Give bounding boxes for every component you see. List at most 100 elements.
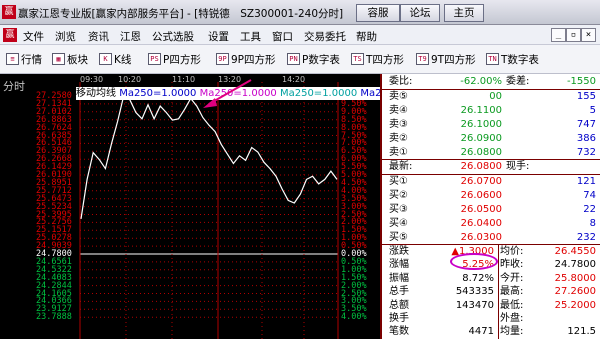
- level-price: 26.1000: [460, 119, 502, 130]
- level-price: 26.0800: [460, 147, 502, 158]
- stat-label: 均价:: [500, 246, 524, 257]
- stat-label: 昨收:: [500, 259, 524, 271]
- stats-row: 换手 外盘:: [382, 312, 600, 326]
- title-bar: 赢 赢家江恩专业版[赢家内部服务平台] - [特锐德 SZ300001-240分…: [0, 0, 600, 25]
- kline-icon: K: [99, 53, 112, 65]
- stat-label: 总额: [389, 299, 409, 311]
- stats-row: 总额 143470 最低: 25.2000: [382, 299, 600, 313]
- menu-help[interactable]: 帮助: [356, 29, 377, 44]
- customer-service-button[interactable]: 容服: [356, 4, 400, 22]
- annotation-arrow-icon: [203, 79, 252, 108]
- level-volume: 8: [589, 218, 596, 229]
- menu-info[interactable]: 资讯: [88, 29, 109, 44]
- menu-gann[interactable]: 江恩: [120, 29, 141, 44]
- price-tick-label: 23.7888: [36, 312, 72, 323]
- chart-mode-label: 分时: [3, 80, 25, 93]
- time-tick-label: 09:30: [80, 75, 104, 84]
- menu-formula-stock-pick[interactable]: 公式选股: [152, 29, 194, 44]
- stat-value: 27.2600: [554, 286, 596, 298]
- level-volume: 232: [576, 232, 596, 243]
- level-label: 买①: [389, 176, 408, 187]
- sell-level-row: 卖② 26.0900 386: [382, 132, 600, 146]
- homepage-button[interactable]: 主页: [444, 4, 484, 22]
- app-menu-icon[interactable]: 赢: [3, 28, 17, 42]
- quotes-icon: ≡: [6, 53, 19, 65]
- app-logo-icon: 赢: [2, 5, 16, 19]
- sectors-icon: ▦: [52, 53, 65, 65]
- stat-label: 今开:: [500, 272, 524, 284]
- current-volume-label: 现手:: [506, 161, 530, 172]
- buy-level-row: 买③ 26.0500 22: [382, 203, 600, 217]
- level-label: 卖③: [389, 119, 408, 130]
- menu-trading[interactable]: 交易委托: [304, 29, 346, 44]
- stat-label: 最高:: [500, 286, 524, 298]
- last-price-value: 26.0800: [460, 161, 502, 172]
- order-ratio-value: -62.00%: [460, 76, 502, 87]
- level-label: 卖⑤: [389, 91, 408, 102]
- stat-label: 涨跌: [389, 246, 409, 257]
- buy-level-row: 买① 26.0700 121: [382, 175, 600, 189]
- stat-label: 均量:: [500, 326, 524, 338]
- toolbar-sectors-button[interactable]: ▦ 板块: [52, 53, 88, 67]
- stat-value: 8.72%: [462, 272, 494, 284]
- toolbar-p-square-button[interactable]: PS P四方形: [148, 53, 201, 67]
- highlight-ellipse: [450, 253, 498, 270]
- stat-label: 最低:: [500, 299, 524, 311]
- level-label: 卖④: [389, 105, 408, 116]
- stat-value: 25.8000: [554, 272, 596, 284]
- toolbar-p-number-table-button[interactable]: PN P数字表: [287, 53, 340, 67]
- ma-legend-entry: Ma250=1.0000: [119, 88, 200, 99]
- t-square-icon: TS: [351, 53, 364, 65]
- order-diff-value: -1550: [566, 76, 596, 87]
- toolbar-9t-square-button[interactable]: T9 9T四方形: [416, 53, 476, 67]
- order-ratio-row: 委比: -62.00% 委差: -1550: [382, 75, 600, 89]
- order-ratio-label: 委比:: [389, 76, 413, 87]
- level-label: 卖①: [389, 147, 408, 158]
- stat-value: 25.2000: [554, 299, 596, 311]
- sell-level-row: 卖③ 26.1000 747: [382, 118, 600, 132]
- stat-label: 振幅: [389, 272, 409, 284]
- level-volume: 5: [589, 105, 596, 116]
- close-icon[interactable]: ×: [581, 28, 596, 42]
- quote-panel: 委比: -62.00% 委差: -1550 卖⑤ 00 155 卖④ 26.1100 5 卖…: [380, 74, 600, 339]
- level-label: 买⑤: [389, 232, 408, 243]
- toolbar-quotes-button[interactable]: ≡ 行情: [6, 53, 42, 67]
- window-title: 赢家江恩专业版[赢家内部服务平台] - [特锐德 SZ300001-240分时]: [18, 8, 344, 20]
- level-label: 卖②: [389, 133, 408, 144]
- restore-icon[interactable]: ▫: [566, 28, 581, 42]
- toolbar-kline-button[interactable]: K K线: [99, 53, 131, 67]
- last-price-row: 最新: 26.0800 现手:: [382, 160, 600, 174]
- toolbar-9p-square-button[interactable]: 9P 9P四方形: [216, 53, 276, 67]
- divider: [498, 245, 499, 339]
- menu-bar: 赢 文件 浏览 资讯 江恩 公式选股 设置 工具 窗口 交易委托 帮助 _ ▫ …: [0, 25, 600, 45]
- ma-legend-entry: Ma250=1.0000: [360, 88, 380, 99]
- menu-browse[interactable]: 浏览: [55, 29, 76, 44]
- order-diff-label: 委差:: [506, 76, 530, 87]
- buy-level-row: 买④ 26.0400 8: [382, 217, 600, 231]
- stat-label: 外盘:: [500, 313, 524, 324]
- buy-level-row: 买⑤ 26.0300 232: [382, 231, 600, 245]
- menu-window[interactable]: 窗口: [272, 29, 293, 44]
- stat-label: 总手: [389, 286, 409, 298]
- level-volume: 386: [576, 133, 596, 144]
- level-price: 26.0600: [460, 190, 502, 201]
- time-tick-label: 11:10: [172, 75, 196, 84]
- level-volume: 747: [576, 119, 596, 130]
- toolbar-t-number-table-button[interactable]: TN T数字表: [486, 53, 539, 67]
- level-label: 买②: [389, 190, 408, 201]
- 9p-square-icon: 9P: [216, 53, 229, 65]
- stats-row: 总手 543335 最高: 27.2600: [382, 285, 600, 299]
- forum-button[interactable]: 论坛: [400, 4, 440, 22]
- sell-level-row: 卖① 26.0800 732: [382, 146, 600, 160]
- menu-settings[interactable]: 设置: [208, 29, 229, 44]
- stat-value: 26.4550: [554, 246, 596, 257]
- percent-tick-label: 4.00%: [341, 312, 367, 323]
- sell-level-row: 卖④ 26.1100 5: [382, 104, 600, 118]
- intraday-chart-panel[interactable]: 27.258010.00%27.13419.50%27.01029.00%26.…: [0, 74, 380, 339]
- minimize-icon[interactable]: _: [551, 28, 566, 42]
- stat-value: 4471: [468, 326, 494, 338]
- toolbar-t-square-button[interactable]: TS T四方形: [351, 53, 404, 67]
- ma-legend-entry: Ma250=1.0000: [279, 88, 361, 99]
- menu-file[interactable]: 文件: [23, 29, 44, 44]
- menu-tools[interactable]: 工具: [240, 29, 261, 44]
